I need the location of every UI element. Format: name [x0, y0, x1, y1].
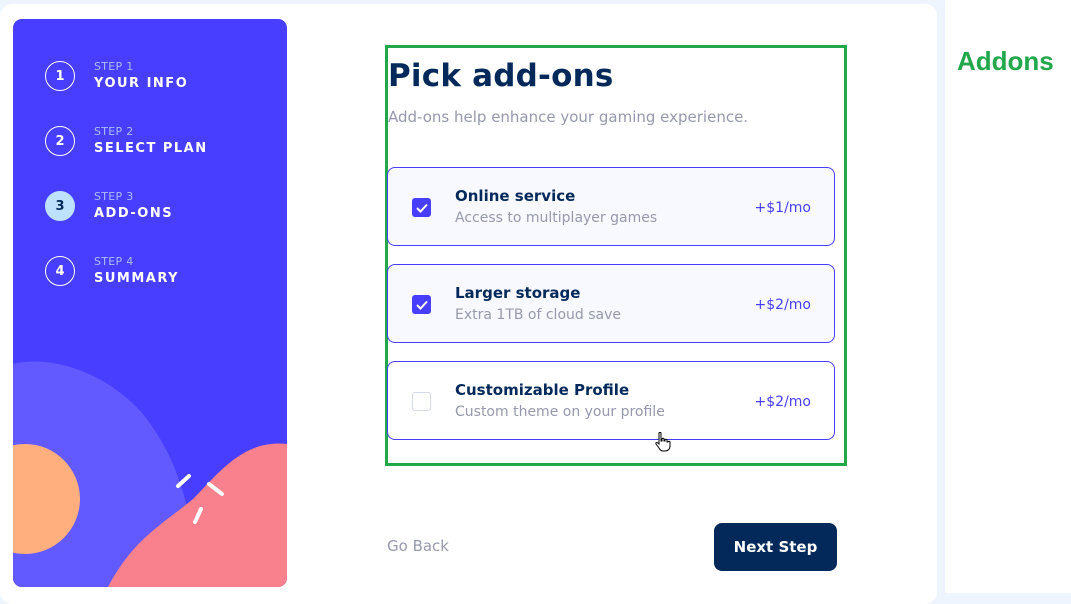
step-label: SELECT PLAN — [94, 141, 208, 156]
step-number-circle-active: 3 — [45, 191, 75, 221]
step-number-circle: 1 — [45, 61, 75, 91]
checkmark-icon — [415, 300, 428, 310]
right-panel — [945, 0, 1071, 593]
addon-checkbox-checked[interactable] — [412, 295, 431, 314]
addon-name: Online service — [455, 187, 576, 205]
page-subtitle: Add-ons help enhance your gaming experie… — [388, 108, 749, 126]
addon-name: Larger storage — [455, 284, 581, 302]
addon-name: Customizable Profile — [455, 381, 630, 399]
addon-description: Extra 1TB of cloud save — [455, 307, 621, 323]
go-back-link[interactable]: Go Back — [387, 537, 449, 555]
next-step-button[interactable]: Next Step — [714, 523, 837, 571]
step-3[interactable]: 3 STEP 3 ADD-ONS — [45, 190, 173, 222]
addon-checkbox-checked[interactable] — [412, 198, 431, 217]
addon-price: +$1/mo — [754, 200, 811, 216]
addon-price: +$2/mo — [754, 394, 811, 410]
sidebar-background-illustration — [13, 361, 287, 587]
addon-online-service[interactable]: Online service Access to multiplayer gam… — [387, 167, 835, 246]
addon-customizable-profile[interactable]: Customizable Profile Custom theme on you… — [387, 361, 835, 440]
addon-larger-storage[interactable]: Larger storage Extra 1TB of cloud save +… — [387, 264, 835, 343]
addon-checkbox-unchecked[interactable] — [412, 392, 431, 411]
step-caption: STEP 2 — [94, 125, 134, 138]
step-label: SUMMARY — [94, 271, 180, 286]
step-4[interactable]: 4 STEP 4 SUMMARY — [45, 255, 179, 287]
addon-description: Access to multiplayer games — [455, 210, 658, 226]
addon-price: +$2/mo — [754, 297, 811, 313]
checkmark-icon — [415, 203, 428, 213]
step-number-circle: 2 — [45, 126, 75, 156]
step-number-circle: 4 — [45, 256, 75, 286]
step-caption: STEP 1 — [94, 60, 134, 73]
step-label: ADD-ONS — [94, 206, 174, 221]
step-label: YOUR INFO — [94, 76, 189, 91]
addon-description: Custom theme on your profile — [455, 404, 665, 420]
step-1[interactable]: 1 STEP 1 YOUR INFO — [45, 60, 188, 92]
step-caption: STEP 3 — [94, 190, 134, 203]
hand-pointer-icon — [655, 432, 671, 452]
sidebar: 1 STEP 1 YOUR INFO 2 STEP 2 SELECT PLAN … — [13, 19, 287, 587]
page-title: Pick add-ons — [388, 58, 614, 94]
step-2[interactable]: 2 STEP 2 SELECT PLAN — [45, 125, 208, 157]
addons-annotation-label: Addons — [957, 46, 1054, 76]
step-caption: STEP 4 — [94, 255, 134, 268]
